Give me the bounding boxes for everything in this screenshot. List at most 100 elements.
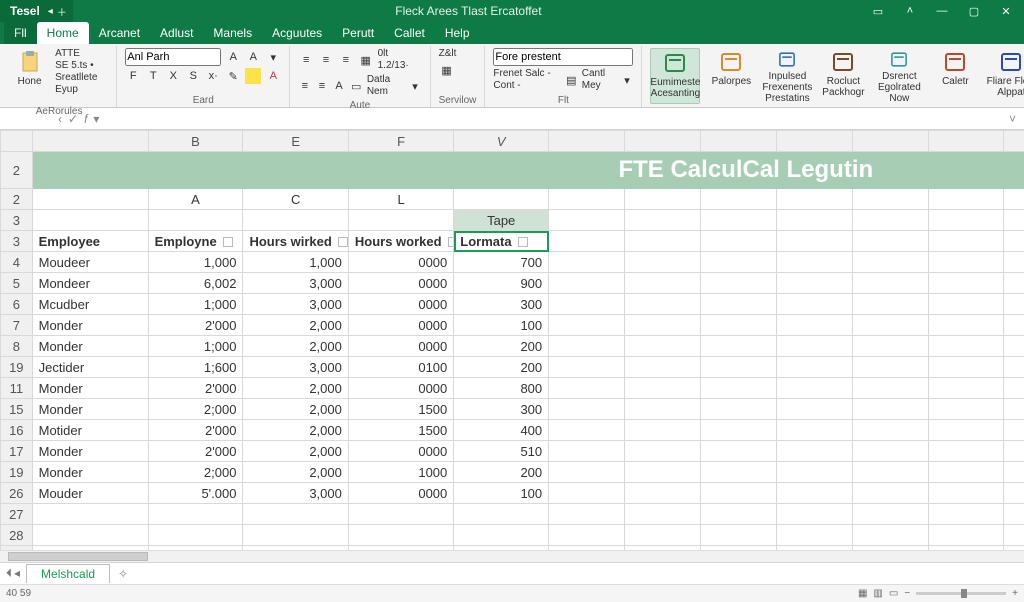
cell[interactable] <box>700 420 776 441</box>
cell[interactable] <box>928 315 1004 336</box>
table-row[interactable]: 26Mouder5'.0003,0000000100 <box>1 483 1024 504</box>
cell[interactable] <box>928 420 1004 441</box>
selected-cell[interactable]: Lormata <box>454 231 549 252</box>
cell[interactable] <box>454 504 549 525</box>
cell[interactable] <box>1004 378 1024 399</box>
strike-button[interactable]: X <box>165 68 181 84</box>
cell[interactable] <box>148 504 243 525</box>
table-header[interactable]: Hours wirked <box>243 231 348 252</box>
select-all-corner[interactable] <box>1 131 33 152</box>
cell[interactable]: 2'000 <box>148 441 243 462</box>
cell[interactable] <box>700 399 776 420</box>
cell[interactable] <box>776 273 852 294</box>
cell-employee[interactable]: Monder <box>32 315 148 336</box>
cell[interactable] <box>625 462 701 483</box>
cell[interactable]: 2,000 <box>243 441 348 462</box>
cell[interactable] <box>454 189 549 210</box>
font-size-dec-icon[interactable]: A <box>225 49 241 65</box>
cell[interactable]: 0000 <box>348 378 453 399</box>
ribbon-big-dsrenct-egolrated-now[interactable]: Dsrenct Egolrated Now <box>874 48 924 104</box>
sheet-nav-first-icon[interactable]: ⏴ <box>6 566 12 581</box>
row-header[interactable]: 4 <box>1 252 33 273</box>
cell[interactable]: 6,002 <box>148 273 243 294</box>
cell[interactable]: 1500 <box>348 420 453 441</box>
tab-acguutes[interactable]: Acguutes <box>262 22 332 44</box>
zoom-out-button[interactable]: − <box>904 588 910 599</box>
cell[interactable] <box>148 525 243 546</box>
zoom-slider[interactable] <box>916 592 1006 595</box>
view-break-icon[interactable]: ▭ <box>889 588 898 599</box>
ribbon-big-eumimeste-acesanting[interactable]: Eumimeste Acesanting <box>650 48 700 104</box>
cell-employee[interactable]: Mondeer <box>32 273 148 294</box>
table-row[interactable]: 7Monder2'0002,0000000100 <box>1 315 1024 336</box>
cell[interactable] <box>243 525 348 546</box>
cell[interactable] <box>852 189 928 210</box>
column-header-row[interactable]: B E F V <box>1 131 1024 152</box>
cell[interactable]: 1000 <box>348 462 453 483</box>
row-header[interactable]: 11 <box>1 378 33 399</box>
row-header[interactable]: 16 <box>1 420 33 441</box>
cell[interactable] <box>852 336 928 357</box>
cell[interactable] <box>852 420 928 441</box>
cell[interactable] <box>700 504 776 525</box>
font-name-input[interactable] <box>125 48 221 66</box>
font-size-inc-icon[interactable]: A <box>245 49 261 65</box>
cell[interactable] <box>776 504 852 525</box>
data-nem-label[interactable]: Datla Nem <box>367 74 405 98</box>
tape-header-cell[interactable]: Tape <box>454 210 549 231</box>
cell[interactable]: 1;000 <box>148 294 243 315</box>
cell-employee[interactable]: Mouder <box>32 483 148 504</box>
cell[interactable]: 0000 <box>348 294 453 315</box>
ribbon-big-inpulsed-frexenents-prestatins[interactable]: Inpulsed Frexenents Prestatins <box>762 48 812 104</box>
cell[interactable]: 2;000 <box>148 462 243 483</box>
row-header[interactable]: 28 <box>1 525 33 546</box>
chevron-left-small-icon[interactable]: ‹ <box>58 112 62 126</box>
cell[interactable] <box>625 336 701 357</box>
col-header[interactable] <box>32 131 148 152</box>
cell[interactable]: 1,000 <box>148 252 243 273</box>
row-header[interactable]: 3 <box>1 210 33 231</box>
cell[interactable] <box>700 315 776 336</box>
table-header[interactable]: Hours worked <box>348 231 453 252</box>
cell[interactable] <box>776 357 852 378</box>
cell[interactable] <box>700 252 776 273</box>
col-header-e[interactable]: E <box>243 131 348 152</box>
cell[interactable] <box>852 378 928 399</box>
cantl-label[interactable]: Cantl Mey <box>582 68 617 92</box>
cell[interactable] <box>852 441 928 462</box>
cell[interactable] <box>549 525 625 546</box>
cell[interactable]: 2,000 <box>243 420 348 441</box>
cell[interactable] <box>776 462 852 483</box>
minimize-icon[interactable]: — <box>928 2 956 20</box>
cell[interactable] <box>1004 252 1024 273</box>
cell[interactable] <box>549 399 625 420</box>
cell[interactable] <box>549 189 625 210</box>
cell[interactable] <box>776 252 852 273</box>
cell[interactable] <box>928 378 1004 399</box>
row-header[interactable]: 6 <box>1 294 33 315</box>
cell[interactable] <box>700 525 776 546</box>
cell[interactable]: 1,000 <box>243 252 348 273</box>
row-header[interactable]: 19 <box>1 462 33 483</box>
cell[interactable] <box>852 504 928 525</box>
cell[interactable] <box>700 336 776 357</box>
cell[interactable] <box>32 189 148 210</box>
fx-icon[interactable]: f <box>84 112 87 126</box>
cell[interactable] <box>1004 504 1024 525</box>
cell[interactable] <box>776 399 852 420</box>
cell[interactable] <box>625 525 701 546</box>
cell[interactable] <box>1004 315 1024 336</box>
chevron-down-icon[interactable]: ▾ <box>408 78 421 94</box>
cell[interactable] <box>852 357 928 378</box>
cells-icon[interactable]: ▤ <box>565 72 578 88</box>
ribbon-big-rocluct-packhogr[interactable]: Rocluct Packhogr <box>818 48 868 104</box>
cell[interactable]: 2,000 <box>243 315 348 336</box>
cell[interactable]: 900 <box>454 273 549 294</box>
cell[interactable] <box>625 189 701 210</box>
row-header[interactable]: 2 <box>1 189 33 210</box>
cell[interactable] <box>549 315 625 336</box>
worksheet-grid[interactable]: B E F V 2FTE CalculCal Legutin2ACL3Tape3… <box>0 130 1024 550</box>
cell[interactable]: 2'000 <box>148 420 243 441</box>
tab-home[interactable]: Home <box>37 22 89 44</box>
cell[interactable] <box>549 504 625 525</box>
